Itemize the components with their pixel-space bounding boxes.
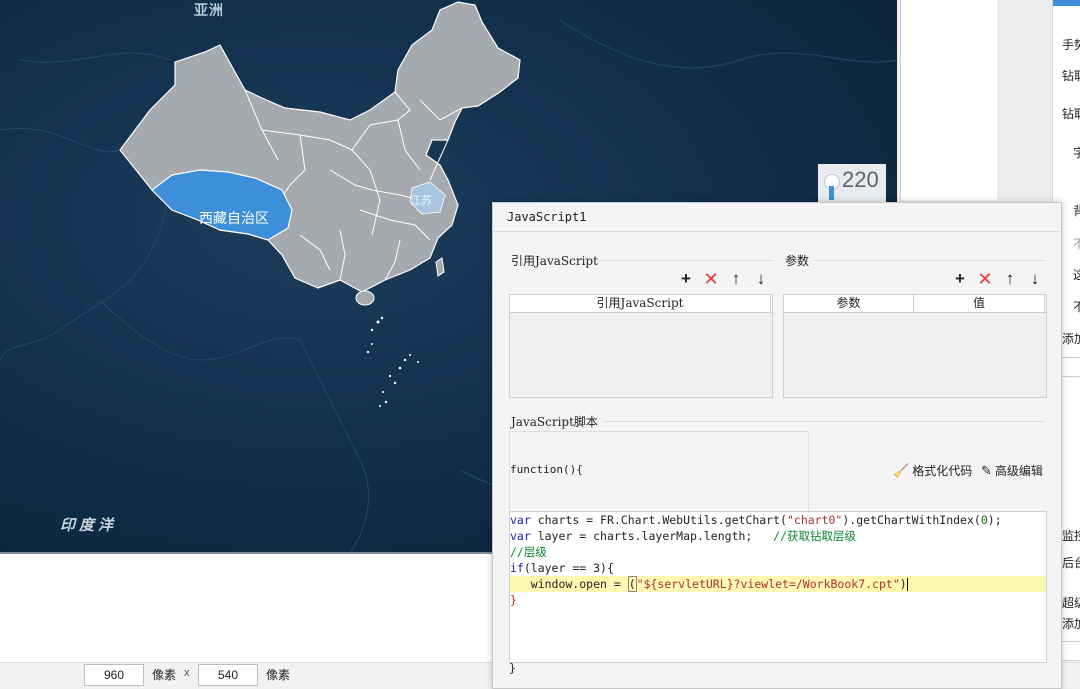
china-mainland: [119, 1, 521, 293]
panel-row[interactable]: 监控: [1062, 527, 1080, 544]
add-ref-button[interactable]: +: [676, 269, 696, 289]
panel-row[interactable]: 不: [1073, 298, 1080, 315]
title-divider: [493, 231, 1061, 232]
asia-label: 亚洲: [194, 2, 224, 18]
jiangsu-label: 江苏: [410, 195, 432, 207]
code-line: var charts = FR.Chart.WebUtils.getChart(…: [510, 513, 1002, 527]
ref-js-table[interactable]: 引用JavaScript: [509, 294, 773, 398]
code-line: //层级: [510, 545, 547, 559]
move-down-ref-button[interactable]: ↓: [751, 269, 771, 289]
height-unit: 像素: [266, 668, 291, 682]
panel-row[interactable]: 不: [1073, 235, 1080, 252]
section-divider: [597, 260, 773, 261]
panel-row[interactable]: 添加: [1062, 330, 1080, 347]
width-input[interactable]: 960: [84, 664, 144, 686]
range-value: 220: [842, 167, 879, 192]
move-down-param-button[interactable]: ↓: [1025, 269, 1045, 289]
delete-ref-button[interactable]: ✕: [701, 269, 721, 289]
background-window: [900, 0, 998, 200]
code-editor[interactable]: var charts = FR.Chart.WebUtils.getChart(…: [509, 511, 1047, 663]
value-column-header[interactable]: 值: [914, 295, 1045, 312]
format-code-button[interactable]: 🧹 格式化代码: [893, 462, 972, 479]
param-table[interactable]: 参数 值: [783, 294, 1047, 398]
table-header: 参数 值: [784, 295, 1046, 313]
function-signature: function(){: [510, 463, 583, 476]
copy-icon[interactable]: [1061, 641, 1080, 661]
move-up-param-button[interactable]: ↑: [1000, 269, 1020, 289]
indian-ocean-label: 印度洋: [60, 517, 118, 534]
move-up-ref-button[interactable]: ↑: [726, 269, 746, 289]
script-section-title: JavaScript脚本: [511, 415, 598, 429]
panel-row[interactable]: 超级: [1062, 594, 1080, 611]
width-unit: 像素: [152, 668, 177, 682]
code-line: }: [510, 593, 517, 607]
panel-row[interactable]: 钻取: [1062, 67, 1080, 84]
param-section-title: 参数: [785, 254, 810, 268]
format-code-label: 格式化代码: [912, 464, 973, 478]
param-column-header[interactable]: 参数: [784, 295, 914, 312]
code-line: if(layer == 3){: [510, 561, 614, 575]
panel-row[interactable]: 后台: [1062, 554, 1080, 571]
panel-row[interactable]: 手势: [1062, 36, 1080, 53]
add-param-button[interactable]: +: [950, 269, 970, 289]
ref-js-column-header[interactable]: 引用JavaScript: [510, 295, 771, 312]
section-divider: [603, 421, 1045, 422]
code-line: var layer = charts.layerMap.length; //获取…: [510, 529, 856, 543]
javascript-dialog[interactable]: JavaScript1 引用JavaScript + ✕ ↑ ↓ 引用JavaS…: [492, 202, 1062, 689]
background-strip: [997, 0, 1052, 200]
broom-icon: 🧹: [893, 462, 910, 478]
advanced-edit-label: 高级编辑: [994, 464, 1043, 478]
advanced-edit-button[interactable]: ✎ 高级编辑: [981, 462, 1043, 479]
code-line-current: window.open = ("${servletURL}?viewlet=/W…: [510, 576, 1046, 592]
height-input[interactable]: 540: [198, 664, 258, 686]
panel-row[interactable]: 背: [1073, 202, 1080, 219]
table-header: 引用JavaScript: [510, 295, 772, 313]
copy-icon[interactable]: [1061, 357, 1080, 377]
panel-row[interactable]: 字: [1073, 144, 1080, 161]
panel-tab-active[interactable]: [1053, 0, 1080, 6]
size-separator: x: [184, 667, 190, 679]
tibet-label: 西藏自治区: [199, 211, 269, 227]
range-bar: [829, 186, 834, 200]
range-legend[interactable]: 220: [818, 164, 886, 204]
function-closing-brace: }: [509, 661, 516, 675]
panel-row[interactable]: 钻取: [1062, 105, 1080, 122]
delete-param-button[interactable]: ✕: [975, 269, 995, 289]
panel-row[interactable]: 添加: [1062, 615, 1080, 632]
panel-row[interactable]: 这: [1073, 266, 1080, 283]
text-caret: [906, 578, 908, 591]
dialog-title: JavaScript1: [507, 210, 587, 224]
edit-icon: ✎: [981, 462, 992, 478]
section-divider: [815, 260, 1045, 261]
ref-js-section-title: 引用JavaScript: [511, 254, 598, 268]
